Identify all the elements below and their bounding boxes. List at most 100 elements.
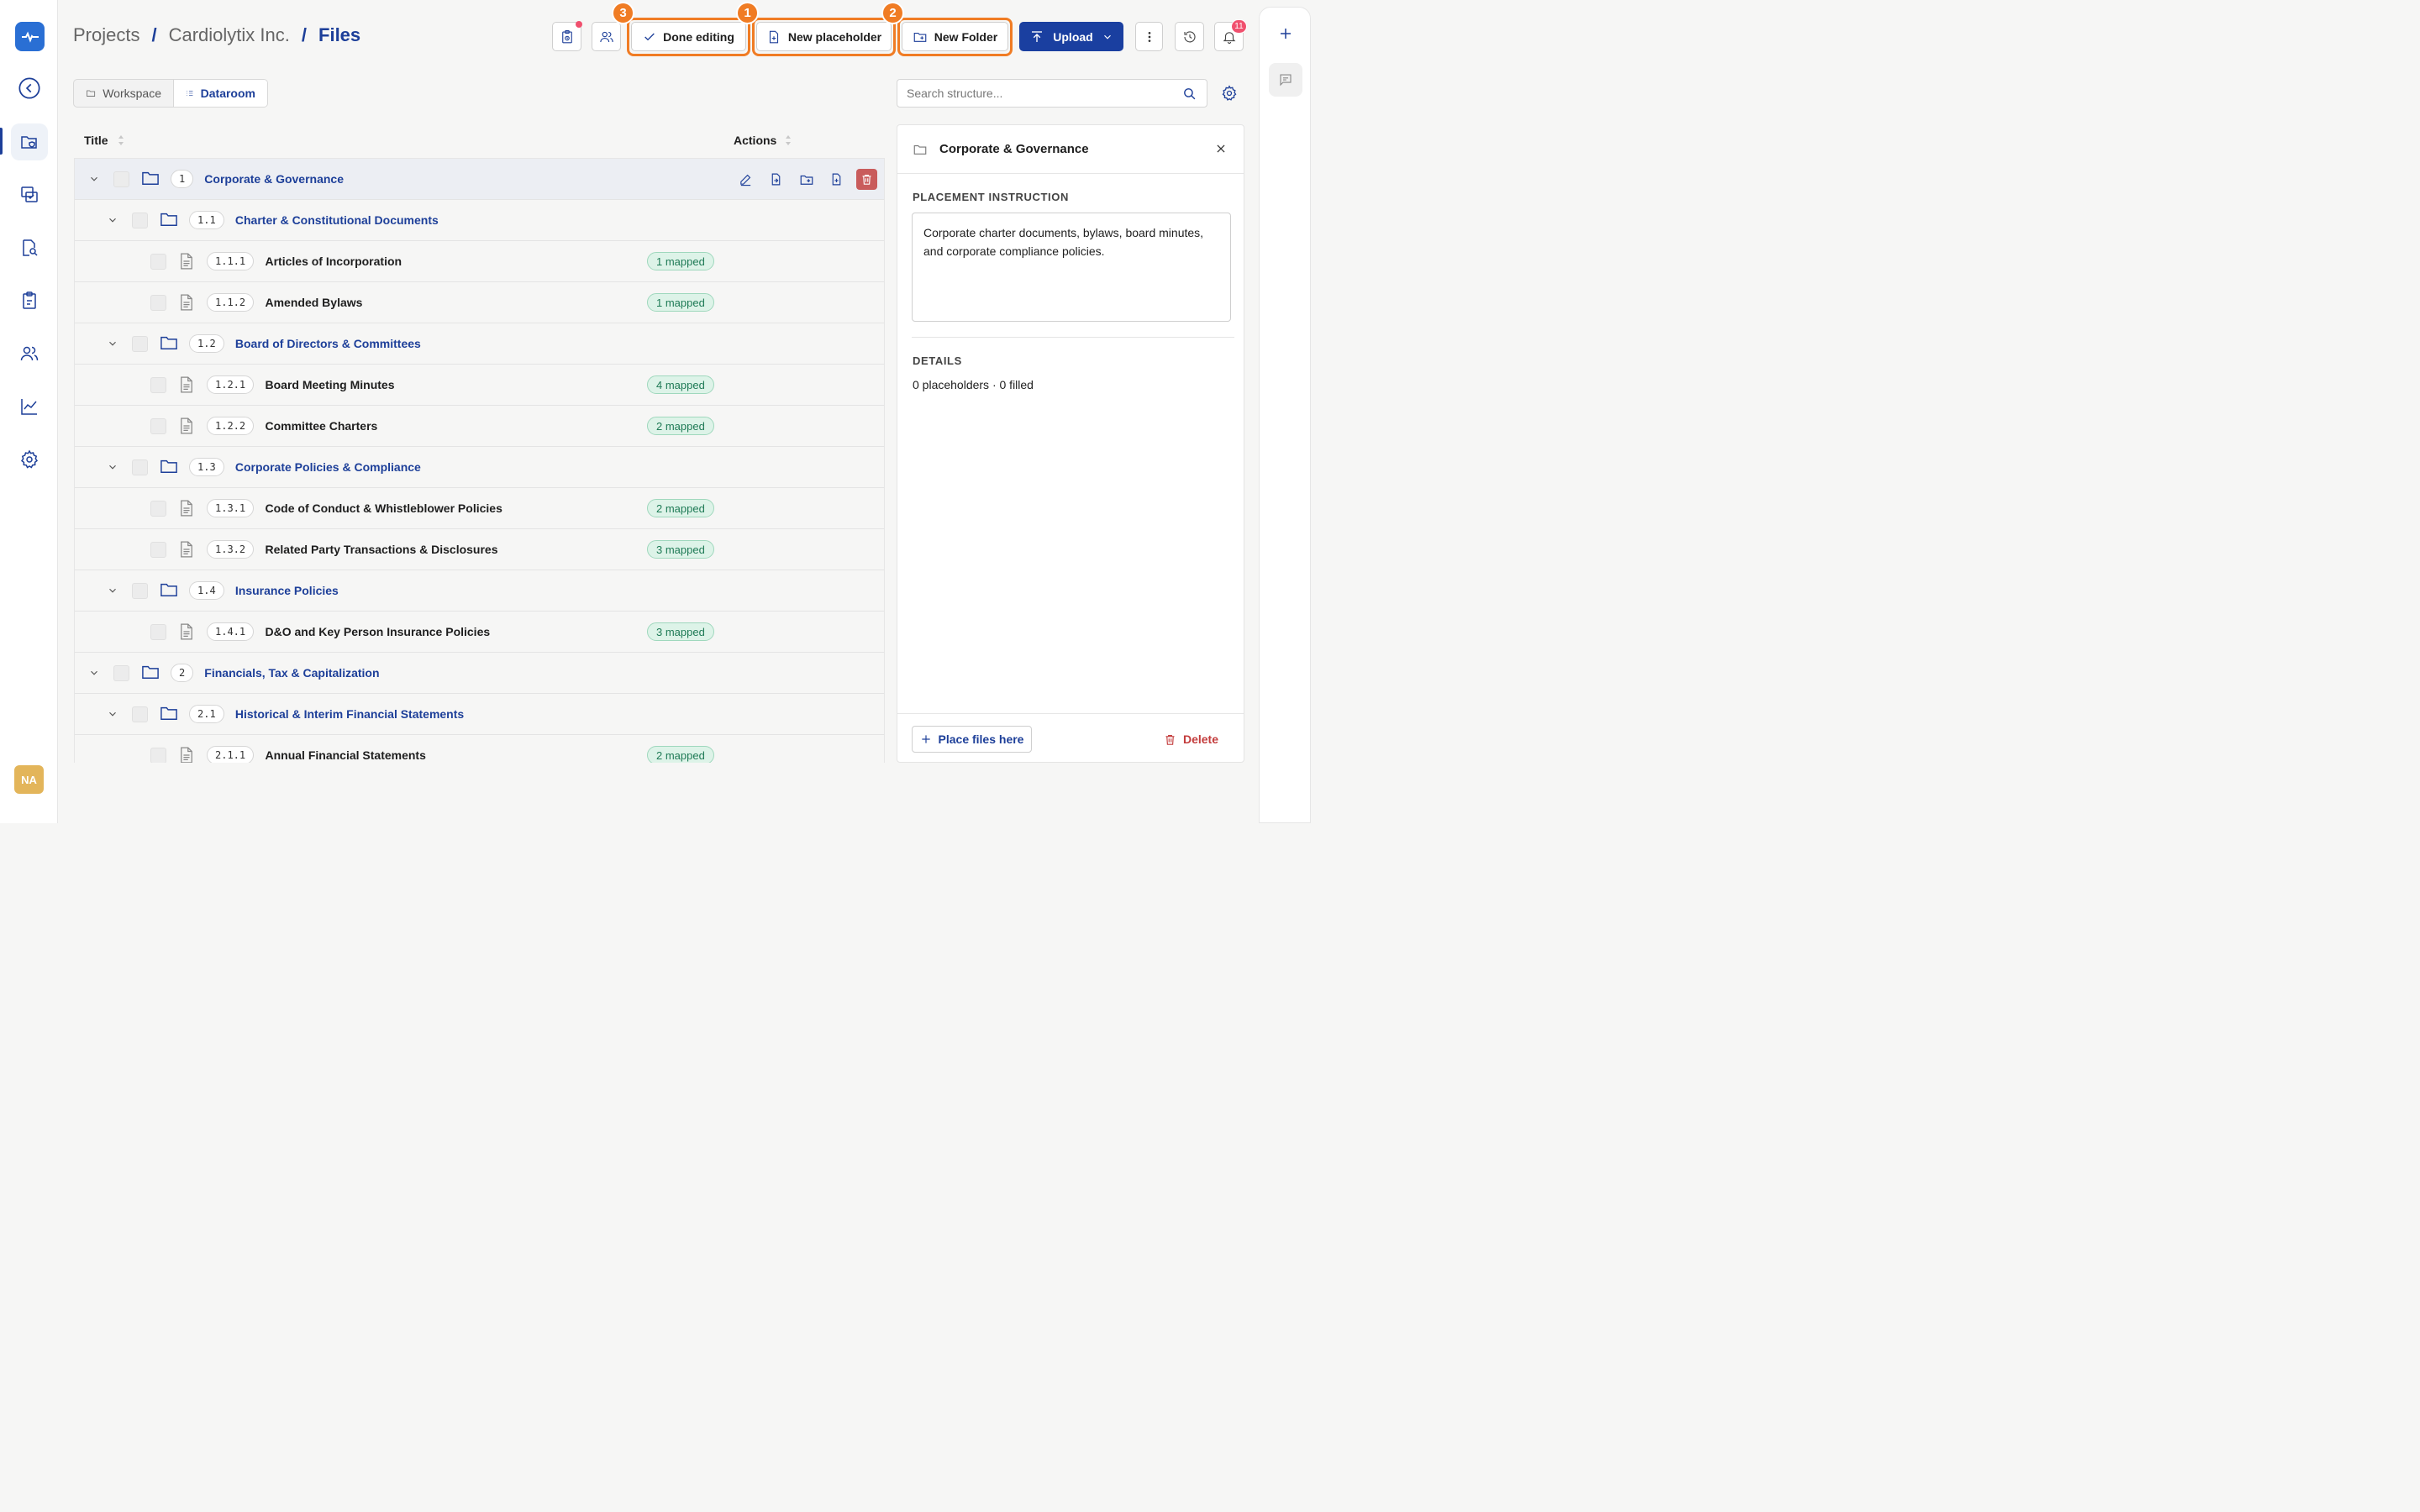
move-button[interactable] [765,169,786,190]
close-icon[interactable] [1215,143,1227,155]
upload-button[interactable]: Upload [1019,22,1123,51]
folder-row[interactable]: 2 Financials, Tax & Capitalization [75,653,884,694]
user-avatar[interactable]: NA [14,765,44,794]
row-title[interactable]: Related Party Transactions & Disclosures [266,543,498,556]
placeholder-row[interactable]: 1.1.1 Articles of Incorporation 1 mapped [75,241,884,282]
chevron-down-icon[interactable] [107,338,118,349]
search-input-placeholder[interactable]: Search structure... [907,87,1002,100]
row-checkbox[interactable] [150,501,166,517]
placeholder-row[interactable]: 1.3.1 Code of Conduct & Whistleblower Pol… [75,488,884,529]
row-title[interactable]: Annual Financial Statements [266,748,426,762]
row-checkbox[interactable] [132,213,148,228]
column-actions[interactable]: Actions [734,134,776,147]
file-plus-icon [832,173,841,186]
folder-row[interactable]: 1.3 Corporate Policies & Compliance [75,447,884,488]
new-placeholder-button[interactable]: New placeholder [756,22,892,51]
row-checkbox[interactable] [150,377,166,393]
search-icon[interactable] [1182,87,1197,101]
delete-row-button[interactable] [856,169,877,190]
chat-check-icon [21,186,38,202]
chevron-down-icon[interactable] [107,585,118,596]
row-checkbox[interactable] [113,171,129,187]
nav-review[interactable] [11,229,48,266]
tab-dataroom[interactable]: Dataroom [173,80,267,107]
row-checkbox[interactable] [150,542,166,558]
new-folder-button[interactable]: New Folder [902,22,1008,51]
edit-button[interactable] [735,169,756,190]
row-title[interactable]: Code of Conduct & Whistleblower Policies [266,501,502,515]
sort-icon[interactable] [784,134,792,146]
row-title[interactable]: Amended Bylaws [266,296,363,309]
nav-checklist[interactable] [11,282,48,319]
add-subfolder-button[interactable] [796,169,817,190]
placeholder-row[interactable]: 1.3.2 Related Party Transactions & Disclo… [75,529,884,570]
add-placeholder-button[interactable] [826,169,847,190]
row-checkbox[interactable] [150,748,166,763]
history-icon [1183,30,1196,42]
chevron-down-icon[interactable] [88,667,100,679]
folder-row[interactable]: 1.1 Charter & Constitutional Documents [75,200,884,241]
folder-row[interactable]: 1.4 Insurance Policies [75,570,884,612]
place-files-button[interactable]: Place files here [912,726,1032,753]
row-checkbox[interactable] [150,418,166,434]
row-title[interactable]: Articles of Incorporation [266,255,402,268]
nav-active-indicator [0,128,3,155]
nav-analytics[interactable] [11,388,48,425]
placeholder-row[interactable]: 1.2.2 Committee Charters 2 mapped [75,406,884,447]
row-title[interactable]: Insurance Policies [235,584,339,597]
nav-tasks[interactable] [11,176,48,213]
breadcrumb-company[interactable]: Cardiolytix Inc. [169,24,290,46]
row-title[interactable]: Board of Directors & Committees [235,337,421,350]
panel-footer: Place files here Delete [897,713,1244,763]
chevron-down-icon[interactable] [107,708,118,720]
placeholder-row[interactable]: 1.2.1 Board Meeting Minutes 4 mapped [75,365,884,406]
placeholder-row[interactable]: 1.4.1 D&O and Key Person Insurance Polici… [75,612,884,653]
row-checkbox[interactable] [132,336,148,352]
back-button[interactable] [11,70,48,107]
folder-row[interactable]: 2.1 Historical & Interim Financial Statem… [75,694,884,735]
delete-button[interactable]: Delete [1164,732,1218,746]
tab-workspace[interactable]: Workspace [74,80,173,107]
add-button[interactable] [1269,17,1302,50]
nav-files[interactable] [11,123,48,160]
chevron-down-icon[interactable] [107,461,118,473]
more-options-button[interactable] [1135,22,1163,51]
placeholder-row[interactable]: 2.1.1 Annual Financial Statements 2 mapped [75,735,884,763]
row-title[interactable]: D&O and Key Person Insurance Policies [266,625,491,638]
comments-button[interactable] [1269,63,1302,97]
placement-instruction-textarea[interactable]: Corporate charter documents, bylaws, boa… [912,213,1231,322]
row-checkbox[interactable] [132,583,148,599]
folder-icon [141,664,160,680]
row-title[interactable]: Financials, Tax & Capitalization [204,666,379,680]
row-title[interactable]: Board Meeting Minutes [266,378,395,391]
row-number: 1.2 [189,334,224,353]
document-icon [180,417,193,434]
members-button[interactable] [592,22,621,51]
chevron-down-icon[interactable] [107,214,118,226]
row-checkbox[interactable] [132,459,148,475]
row-title[interactable]: Committee Charters [266,419,378,433]
row-checkbox[interactable] [150,254,166,270]
nav-settings[interactable] [11,441,48,478]
row-checkbox[interactable] [132,706,148,722]
row-title[interactable]: Corporate & Governance [204,172,344,186]
row-title[interactable]: Corporate Policies & Compliance [235,460,421,474]
row-title[interactable]: Charter & Constitutional Documents [235,213,439,227]
nav-users[interactable] [11,335,48,372]
breadcrumb-projects[interactable]: Projects [73,24,139,46]
row-checkbox[interactable] [150,295,166,311]
app-logo[interactable] [15,22,45,51]
structure-settings-icon[interactable] [1221,85,1238,102]
search-structure[interactable]: Search structure... [897,79,1207,108]
folder-row[interactable]: 1 Corporate & Governance [75,159,884,200]
history-button[interactable] [1175,22,1204,51]
placeholder-row[interactable]: 1.1.2 Amended Bylaws 1 mapped [75,282,884,323]
row-checkbox[interactable] [113,665,129,681]
done-editing-button[interactable]: Done editing [631,22,746,51]
folder-row[interactable]: 1.2 Board of Directors & Committees [75,323,884,365]
chevron-down-icon[interactable] [88,173,100,185]
column-title[interactable]: Title [84,134,108,147]
row-title[interactable]: Historical & Interim Financial Statement… [235,707,464,721]
row-checkbox[interactable] [150,624,166,640]
sort-icon[interactable] [117,134,125,146]
